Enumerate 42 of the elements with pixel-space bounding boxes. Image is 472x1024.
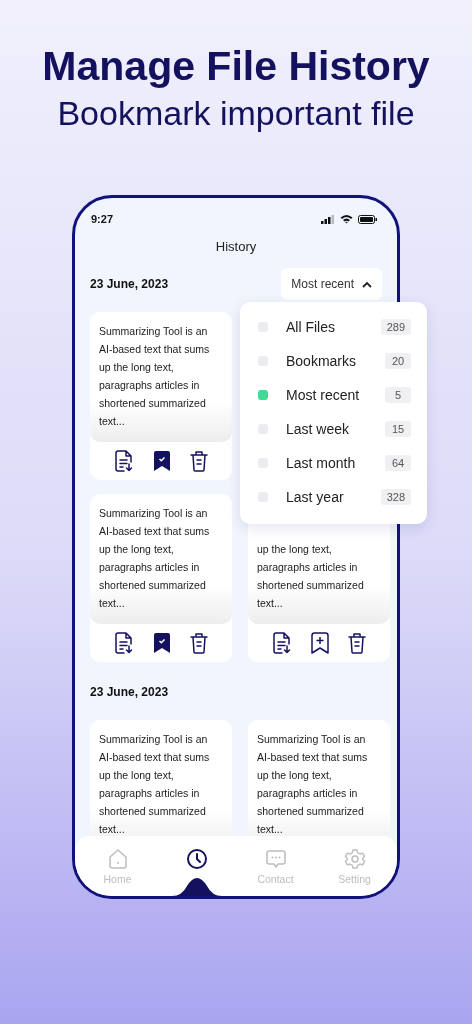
card-text: Summarizing Tool is an AI-based text that sums up the long text, paragraphs articles in shortened summarized text... — [99, 732, 211, 837]
clock-icon — [185, 848, 208, 871]
bookmark-check-icon[interactable] — [153, 450, 171, 473]
home-icon — [106, 848, 129, 871]
subheadline: Bookmark important file — [57, 95, 415, 133]
signal-icon — [321, 215, 335, 224]
file-download-icon[interactable] — [113, 632, 134, 655]
status-time: 9:27 — [91, 213, 114, 226]
count-badge: 64 — [385, 455, 411, 472]
caret-icon — [362, 281, 372, 288]
battery-icon — [358, 215, 377, 224]
card-text: Summarizing Tool is an AI-based text that sums up the long text, paragraphs articles in shortened summarized text... — [99, 324, 211, 430]
sort-option[interactable]: Most recent 5 — [240, 378, 427, 413]
trash-icon[interactable] — [190, 450, 209, 473]
count-badge: 15 — [385, 421, 411, 438]
section-date: 23 June, 2023 — [90, 277, 169, 292]
count-badge: 328 — [380, 489, 411, 506]
screen-title: History — [214, 239, 258, 255]
file-download-icon[interactable] — [113, 450, 134, 473]
chat-icon — [264, 848, 287, 871]
count-badge: 5 — [385, 387, 411, 404]
headline: Manage File History — [42, 44, 430, 90]
sort-dropdown[interactable]: Most recent — [281, 268, 382, 301]
sort-option[interactable]: All Files 289 — [240, 310, 427, 345]
file-card[interactable]: Summarizing Tool is an AI-based text that sums up the long text, paragraphs articles in shortened summarized text... — [90, 312, 232, 481]
count-badge: 20 — [385, 353, 411, 370]
trash-icon[interactable] — [190, 632, 209, 655]
card-text: Summarizing Tool is an AI-based text that sums up the long text, paragraphs articles in shortened summarized text... — [99, 506, 211, 612]
card-text: up the long text, paragraphs articles in shortened summarized text... — [257, 542, 365, 612]
trash-icon[interactable] — [348, 632, 367, 655]
file-card[interactable]: Summarizing Tool is an AI-based text that sums up the long text, paragraphs articles in shortened summarized text... — [90, 494, 232, 663]
card-text: Summarizing Tool is an AI-based text that sums up the long text, paragraphs articles in shortened summarized text... — [257, 732, 369, 837]
sort-option[interactable]: Last month 64 — [240, 446, 427, 481]
section-date: 23 June, 2023 — [90, 685, 169, 700]
file-download-icon[interactable] — [271, 632, 292, 655]
bookmark-check-icon[interactable] — [153, 632, 171, 655]
gear-icon — [343, 848, 366, 871]
sort-option[interactable]: Last week 15 — [240, 412, 427, 447]
bookmark-plus-icon[interactable] — [311, 632, 329, 655]
sort-option[interactable]: Bookmarks 20 — [240, 344, 427, 379]
wifi-icon — [340, 214, 353, 225]
count-badge: 289 — [380, 319, 411, 336]
